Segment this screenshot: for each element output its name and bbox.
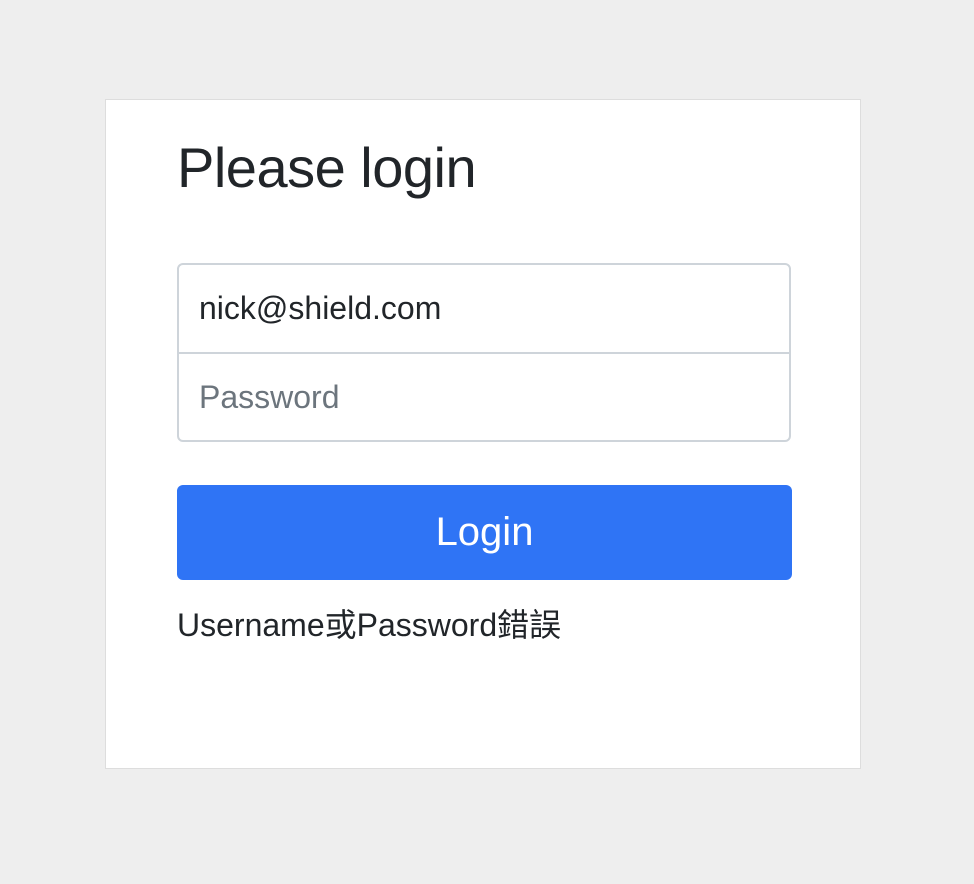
error-message: Username或Password錯誤: [177, 607, 562, 643]
password-input[interactable]: [179, 354, 789, 440]
email-input[interactable]: [179, 265, 789, 354]
page-title: Please login: [177, 136, 477, 199]
login-card: Please login Login Username或Password錯誤: [105, 99, 861, 769]
credentials-group: [177, 263, 791, 442]
login-button[interactable]: Login: [177, 485, 792, 580]
